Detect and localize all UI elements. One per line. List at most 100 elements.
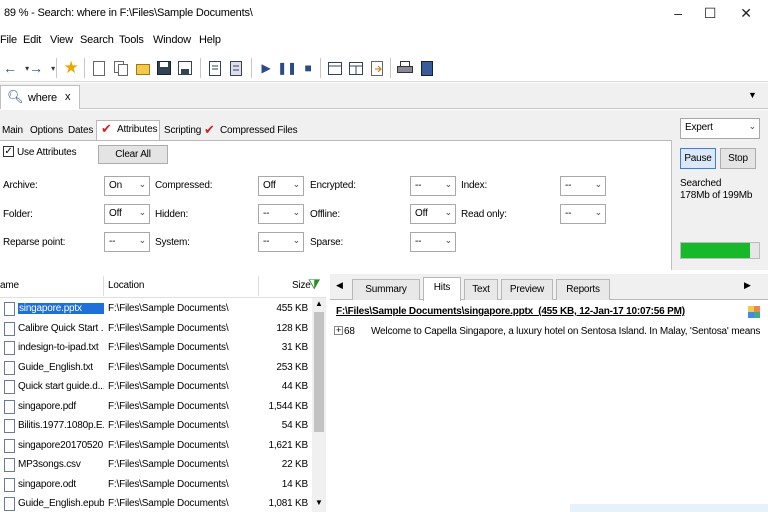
file-location: F:\Files\Sample Documents\ xyxy=(108,400,229,412)
file-list-header: ame Location Size ⧩ xyxy=(0,274,326,298)
open-folder-icon[interactable] xyxy=(133,57,153,79)
file-size: 44 KB xyxy=(281,381,308,392)
archive-select[interactable]: On ⌄ xyxy=(104,176,150,196)
clear-all-button[interactable]: Clear All xyxy=(98,145,168,164)
folder-select[interactable]: Off ⌄ xyxy=(104,204,150,224)
file-name: Calibre Quick Start ... xyxy=(18,322,104,334)
reparse-point-select[interactable]: -- ⌄ xyxy=(104,232,150,252)
file-row[interactable]: Bilitis.1977.1080p.E... F:\Files\Sample D… xyxy=(0,417,312,437)
search-tab-close-icon[interactable]: x xyxy=(65,91,71,103)
window-title: 89 % - Search: where in F:\Files\Sample … xyxy=(4,7,253,19)
preview-tabs: ◀ Summary Hits Text Preview Reports ▶ xyxy=(330,274,768,301)
play-icon[interactable]: ▶ xyxy=(256,57,276,79)
file-location: F:\Files\Sample Documents\ xyxy=(108,459,229,470)
tab-dates[interactable]: Dates xyxy=(66,122,95,140)
save-as-icon[interactable] xyxy=(175,57,195,79)
file-icon xyxy=(4,458,15,472)
maximize-button[interactable]: ☐ xyxy=(692,0,728,28)
stop-icon[interactable]: ■ xyxy=(298,57,318,79)
favorites-star-icon[interactable]: ★ xyxy=(61,57,81,79)
hit-file-header[interactable]: F:\Files\Sample Documents\singapore.pptx… xyxy=(336,306,685,317)
column-location[interactable]: Location xyxy=(108,280,144,291)
book-icon[interactable] xyxy=(417,57,437,79)
copy-document-icon[interactable] xyxy=(111,57,131,79)
menu-view[interactable]: View xyxy=(50,34,73,46)
report-icon[interactable] xyxy=(205,57,225,79)
pause-icon[interactable]: ❚❚ xyxy=(277,57,297,79)
file-row[interactable]: singapore.odt F:\Files\Sample Documents\ 1… xyxy=(0,476,312,496)
compressed-select[interactable]: Off ⌄ xyxy=(258,176,304,196)
file-row[interactable]: Quick start guide.d... F:\Files\Sample Do… xyxy=(0,378,312,398)
close-button[interactable]: ✕ xyxy=(728,0,764,28)
tab-hits[interactable]: Hits xyxy=(423,277,461,301)
file-size: 455 KB xyxy=(276,303,308,314)
tab-list-dropdown-icon[interactable]: ▼ xyxy=(748,90,757,100)
tab-preview[interactable]: Preview xyxy=(501,279,553,300)
menu-help[interactable]: Help xyxy=(199,34,221,46)
title-bar: 89 % - Search: where in F:\Files\Sample … xyxy=(0,0,768,28)
file-location: F:\Files\Sample Documents\ xyxy=(108,498,229,509)
menu-edit[interactable]: Edit xyxy=(23,34,41,46)
column-name[interactable]: ame xyxy=(0,280,19,291)
file-type-icon xyxy=(748,306,760,318)
menu-tools[interactable]: Tools xyxy=(119,34,144,46)
columns-icon[interactable] xyxy=(346,57,366,79)
tab-reports[interactable]: Reports xyxy=(556,279,610,300)
hit-expand-icon[interactable]: + xyxy=(334,326,343,335)
tab-scripting[interactable]: Scripting xyxy=(162,122,203,140)
system-select[interactable]: -- ⌄ xyxy=(258,232,304,252)
file-row[interactable]: indesign-to-ipad.txt F:\Files\Sample Docu… xyxy=(0,339,312,359)
report-list-icon[interactable] xyxy=(226,57,246,79)
print-icon[interactable] xyxy=(395,57,415,79)
results-file-list: ame Location Size ⧩ singapore.pptx F:\Fil… xyxy=(0,274,326,512)
tab-main[interactable]: Main xyxy=(0,122,25,140)
export-icon[interactable] xyxy=(367,57,387,79)
scroll-down-icon[interactable]: ▼ xyxy=(315,498,323,507)
mode-select[interactable]: Expert ⌄ xyxy=(680,118,760,139)
minimize-button[interactable]: – xyxy=(660,0,696,28)
scrollbar-thumb[interactable] xyxy=(314,312,324,432)
tab-compressed-files[interactable]: ✔ Compressed Files xyxy=(200,122,299,140)
layout-icon[interactable] xyxy=(325,57,345,79)
sparse-select[interactable]: -- ⌄ xyxy=(410,232,456,252)
offline-select[interactable]: Off ⌄ xyxy=(410,204,456,224)
tab-text[interactable]: Text xyxy=(464,279,498,300)
filter-funnel-icon[interactable]: ⧩ xyxy=(308,276,321,293)
menu-file[interactable]: File xyxy=(0,34,17,46)
search-status-panel: Expert ⌄ Pause Stop Searched 178Mb of 199… xyxy=(676,114,768,270)
file-row[interactable]: Guide_English.txt F:\Files\Sample Documen… xyxy=(0,359,312,379)
pause-button[interactable]: Pause xyxy=(680,148,716,169)
file-row[interactable]: Guide_English.epub F:\Files\Sample Docume… xyxy=(0,495,312,512)
file-location: F:\Files\Sample Documents\ xyxy=(108,420,229,431)
file-list-scrollbar[interactable]: ▲ ▼ xyxy=(312,298,326,512)
use-attributes-checkbox[interactable]: ✓ xyxy=(3,146,14,157)
menu-window[interactable]: Window xyxy=(153,34,191,46)
file-row[interactable]: singapore20170520... F:\Files\Sample Docu… xyxy=(0,437,312,457)
stop-button[interactable]: Stop xyxy=(720,148,756,169)
search-progress-bar xyxy=(680,242,760,259)
hidden-select[interactable]: -- ⌄ xyxy=(258,204,304,224)
read-only-select[interactable]: -- ⌄ xyxy=(560,204,606,224)
encrypted-select[interactable]: -- ⌄ xyxy=(410,176,456,196)
new-document-icon[interactable] xyxy=(89,57,109,79)
file-row[interactable]: singapore.pdf F:\Files\Sample Documents\ 1… xyxy=(0,398,312,418)
tab-scroll-left-icon[interactable]: ◀ xyxy=(336,280,343,291)
index-select[interactable]: -- ⌄ xyxy=(560,176,606,196)
tab-attributes[interactable]: ✔ Attributes xyxy=(96,120,160,141)
forward-dropdown-icon[interactable]: ▾ xyxy=(43,57,63,79)
tab-scroll-right-icon[interactable]: ▶ xyxy=(744,280,751,291)
save-icon[interactable] xyxy=(154,57,174,79)
index-label: Index: xyxy=(461,180,488,191)
file-row[interactable]: Calibre Quick Start ... F:\Files\Sample D… xyxy=(0,320,312,340)
file-row[interactable]: singapore.pptx F:\Files\Sample Documents\… xyxy=(0,300,312,320)
menu-search[interactable]: Search xyxy=(80,34,114,46)
file-icon xyxy=(4,360,15,375)
search-tab[interactable]: 🔍︎ where x xyxy=(0,85,80,109)
tab-options[interactable]: Options xyxy=(28,122,65,140)
file-size: 253 KB xyxy=(276,361,308,373)
file-icon xyxy=(4,380,15,394)
scroll-up-icon[interactable]: ▲ xyxy=(315,299,323,308)
menu-bar: File Edit View Search Tools Window Help xyxy=(0,31,768,51)
file-row[interactable]: MP3songs.csv F:\Files\Sample Documents\ 22… xyxy=(0,456,312,476)
tab-summary[interactable]: Summary xyxy=(352,279,420,300)
